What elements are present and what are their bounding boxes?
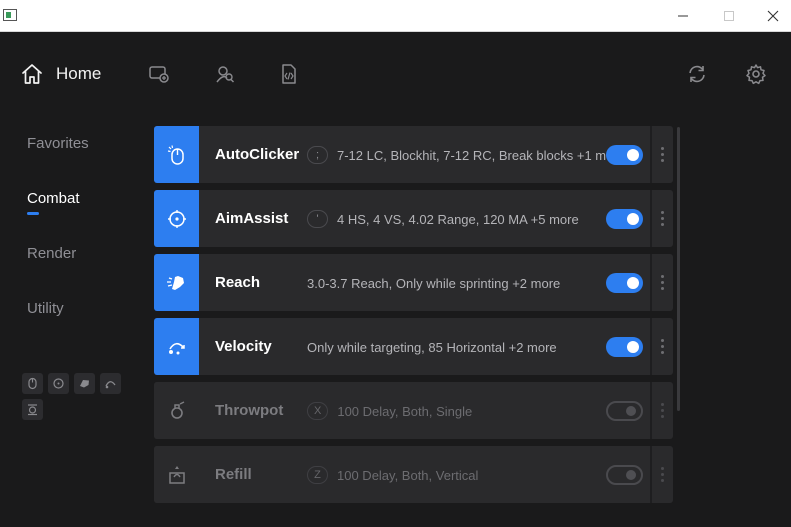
title-bar [0, 0, 791, 32]
more-options-button[interactable] [650, 254, 673, 311]
module-list: AutoClicker ; 7-12 LC, Blockhit, 7-12 RC… [154, 126, 674, 527]
hand-icon [166, 275, 184, 290]
gear-icon [746, 64, 766, 85]
minimize-icon [678, 15, 688, 17]
mouse-icon [28, 377, 37, 390]
more-options-button[interactable] [650, 318, 673, 375]
module-row-refill[interactable]: Refill Z 100 Delay, Both, Vertical [154, 446, 673, 503]
friends-icon [216, 66, 235, 83]
keybind-badge[interactable]: ; [307, 146, 328, 164]
mini-autoclicker-button[interactable] [22, 373, 43, 394]
header: Home [0, 32, 791, 117]
refill-icon [168, 465, 185, 484]
config-add-button[interactable] [147, 62, 171, 86]
module-icon-box [154, 126, 199, 183]
sidebar-item-combat[interactable]: Combat [27, 190, 80, 207]
home-label: Home [56, 64, 102, 83]
module-name: AutoClicker [215, 146, 300, 163]
script-button[interactable] [277, 62, 301, 86]
script-icon [282, 64, 296, 84]
settings-button[interactable] [744, 62, 768, 86]
refresh-icon [689, 65, 705, 83]
module-icon-box [154, 254, 199, 311]
more-options-button[interactable] [650, 446, 673, 503]
module-description: 100 Delay, Both, Single [337, 403, 473, 419]
module-row-velocity[interactable]: Velocity Only while targeting, 85 Horizo… [154, 318, 673, 375]
module-toggle[interactable] [606, 273, 643, 293]
sidebar-item-utility[interactable]: Utility [27, 300, 64, 317]
module-row-throwpot[interactable]: Throwpot X 100 Delay, Both, Single [154, 382, 673, 439]
close-button[interactable] [750, 0, 791, 32]
crosshair-icon [167, 209, 186, 228]
module-toggle[interactable] [606, 337, 643, 357]
module-icon-box [154, 446, 199, 503]
module-toggle[interactable] [606, 401, 643, 421]
mouse-icon [167, 144, 184, 165]
module-summary: ; 7-12 LC, Blockhit, 7-12 RC, Break bloc… [307, 146, 607, 164]
module-row-reach[interactable]: Reach 3.0-3.7 Reach, Only while sprintin… [154, 254, 673, 311]
mini-reach-button[interactable] [74, 373, 95, 394]
more-options-button[interactable] [650, 126, 673, 183]
module-toggle[interactable] [606, 209, 643, 229]
mini-refill-button[interactable] [22, 399, 43, 420]
toggle-knob [626, 406, 636, 416]
refresh-button[interactable] [685, 62, 709, 86]
module-toggle[interactable] [606, 465, 643, 485]
module-name: AimAssist [215, 210, 289, 227]
hand-icon [80, 380, 89, 388]
maximize-button[interactable] [706, 0, 752, 32]
mini-aimassist-button[interactable] [48, 373, 69, 394]
sidebar: Favorites Combat Render Utility [0, 117, 150, 527]
module-summary: Only while targeting, 85 Horizontal +2 m… [307, 338, 607, 356]
module-description: 4 HS, 4 VS, 4.02 Range, 120 MA +5 more [337, 211, 579, 227]
mini-velocity-button[interactable] [100, 373, 121, 394]
module-name: Velocity [215, 338, 272, 355]
module-row-aimassist[interactable]: AimAssist ' 4 HS, 4 VS, 4.02 Range, 120 … [154, 190, 673, 247]
toggle-knob [626, 470, 636, 480]
module-description: 100 Delay, Both, Vertical [337, 467, 479, 483]
home-button[interactable]: Home [20, 62, 101, 86]
module-name: Refill [215, 466, 252, 483]
config-add-icon [149, 66, 169, 83]
minimize-button[interactable] [660, 0, 706, 32]
sidebar-item-render[interactable]: Render [27, 245, 76, 262]
velocity-icon [105, 381, 116, 389]
module-summary: ' 4 HS, 4 VS, 4.02 Range, 120 MA +5 more [307, 210, 607, 228]
refill-icon [28, 404, 37, 416]
module-icon-box [154, 382, 199, 439]
maximize-icon [724, 11, 734, 21]
module-summary: Z 100 Delay, Both, Vertical [307, 466, 607, 484]
module-description: Only while targeting, 85 Horizontal +2 m… [307, 339, 557, 355]
velocity-icon [168, 342, 185, 354]
module-toggle[interactable] [606, 145, 643, 165]
potion-icon [170, 400, 184, 419]
friends-button[interactable] [213, 62, 237, 86]
module-description: 7-12 LC, Blockhit, 7-12 RC, Break blocks… [337, 147, 607, 163]
close-icon [767, 10, 779, 22]
module-row-autoclicker[interactable]: AutoClicker ; 7-12 LC, Blockhit, 7-12 RC… [154, 126, 673, 183]
keybind-badge[interactable]: X [307, 402, 329, 420]
module-name: Throwpot [215, 402, 284, 419]
more-options-button[interactable] [650, 190, 673, 247]
module-icon-box [154, 318, 199, 375]
module-name: Reach [215, 274, 261, 291]
more-options-button[interactable] [650, 382, 673, 439]
app-icon [3, 9, 17, 21]
keybind-badge[interactable]: Z [307, 466, 328, 484]
keybind-badge[interactable]: ' [307, 210, 328, 228]
active-category-indicator [27, 212, 39, 215]
toggle-knob [627, 277, 639, 289]
toggle-knob [627, 213, 639, 225]
module-summary: X 100 Delay, Both, Single [307, 402, 607, 420]
home-icon [22, 64, 42, 84]
crosshair-icon [53, 378, 64, 389]
sidebar-item-favorites[interactable]: Favorites [27, 135, 89, 152]
module-icon-box [154, 190, 199, 247]
toggle-knob [627, 341, 639, 353]
module-description: 3.0-3.7 Reach, Only while sprinting +2 m… [307, 275, 561, 291]
module-summary: 3.0-3.7 Reach, Only while sprinting +2 m… [307, 274, 607, 292]
module-list-scrollbar[interactable] [677, 127, 680, 411]
toggle-knob [627, 149, 639, 161]
